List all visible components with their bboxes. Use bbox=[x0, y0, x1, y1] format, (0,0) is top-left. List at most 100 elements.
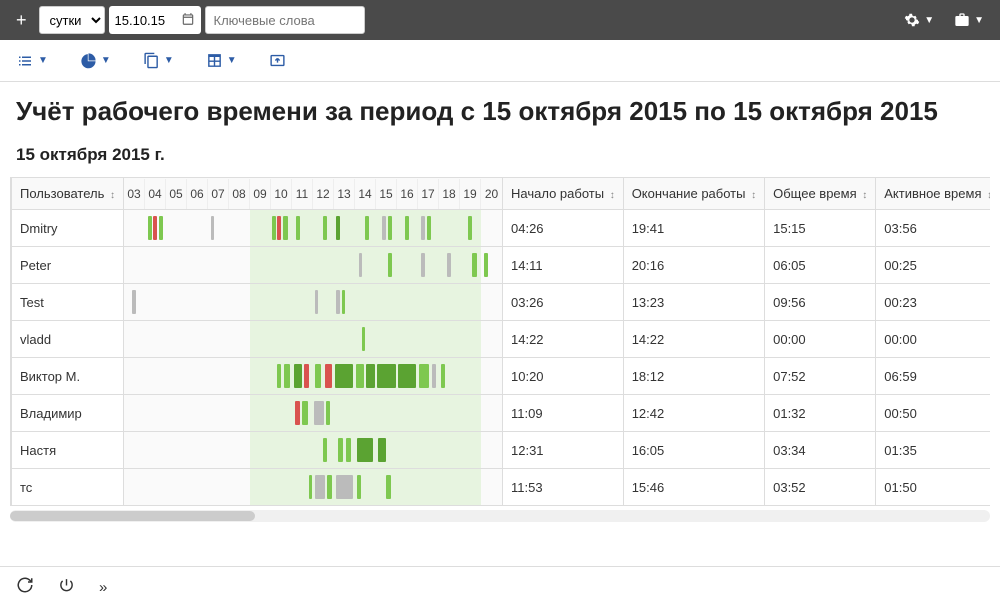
activity-bar bbox=[378, 438, 386, 462]
settings-icon[interactable]: ▼ bbox=[896, 12, 942, 28]
cell-user: Виктор М. bbox=[12, 358, 124, 395]
activity-bar bbox=[419, 364, 429, 388]
cell-start: 14:11 bbox=[503, 247, 624, 284]
refresh-icon[interactable] bbox=[16, 576, 34, 599]
activity-bar bbox=[309, 475, 312, 499]
activity-bar bbox=[427, 216, 431, 240]
cell-end: 16:05 bbox=[623, 432, 764, 469]
cell-timeline bbox=[124, 321, 503, 358]
cell-start: 10:20 bbox=[503, 358, 624, 395]
table-row: Виктор М.10:2018:1207:5206:590 bbox=[12, 358, 991, 395]
activity-bar bbox=[336, 475, 353, 499]
cell-timeline bbox=[124, 469, 503, 506]
report-table: Пользователь ↕ 0304050607080910111213141… bbox=[11, 177, 990, 506]
date-subtitle: 15 октября 2015 г. bbox=[0, 137, 1000, 177]
cell-start: 11:09 bbox=[503, 395, 624, 432]
cell-total: 03:34 bbox=[765, 432, 876, 469]
activity-bar bbox=[386, 475, 391, 499]
activity-bar bbox=[211, 216, 214, 240]
cell-user: Peter bbox=[12, 247, 124, 284]
date-picker[interactable] bbox=[109, 6, 201, 34]
col-start[interactable]: Начало работы ↕ bbox=[503, 178, 624, 210]
activity-bar bbox=[377, 364, 396, 388]
col-user[interactable]: Пользователь ↕ bbox=[12, 178, 124, 210]
activity-bar bbox=[421, 216, 425, 240]
cell-total: 09:56 bbox=[765, 284, 876, 321]
activity-bar bbox=[327, 475, 332, 499]
col-end[interactable]: Окончание работы ↕ bbox=[623, 178, 764, 210]
activity-bar bbox=[294, 364, 302, 388]
cell-active: 00:25 bbox=[876, 247, 990, 284]
activity-bar bbox=[346, 438, 351, 462]
table-row: Peter14:1120:1606:0500:250 bbox=[12, 247, 991, 284]
table-row: Владимир11:0912:4201:3200:500 bbox=[12, 395, 991, 432]
cell-start: 14:22 bbox=[503, 321, 624, 358]
cell-active: 00:50 bbox=[876, 395, 990, 432]
table-icon[interactable]: ▼ bbox=[206, 52, 237, 69]
expand-icon[interactable]: » bbox=[99, 579, 107, 596]
activity-bar bbox=[277, 364, 281, 388]
cell-end: 14:22 bbox=[623, 321, 764, 358]
activity-bar bbox=[296, 216, 300, 240]
cell-timeline bbox=[124, 432, 503, 469]
activity-bar bbox=[315, 364, 321, 388]
activity-bar bbox=[338, 438, 343, 462]
export-icon[interactable] bbox=[269, 52, 286, 69]
pie-chart-icon[interactable]: ▼ bbox=[80, 52, 111, 69]
table-row: тс11:5315:4603:5201:500 bbox=[12, 469, 991, 506]
cell-active: 06:59 bbox=[876, 358, 990, 395]
activity-bar bbox=[382, 216, 386, 240]
cell-user: Владимир bbox=[12, 395, 124, 432]
power-icon[interactable] bbox=[58, 577, 75, 599]
table-row: Настя12:3116:0503:3401:350 bbox=[12, 432, 991, 469]
calendar-icon[interactable] bbox=[181, 12, 195, 29]
col-total[interactable]: Общее время ↕ bbox=[765, 178, 876, 210]
top-bar: + сутки ▼ ▼ bbox=[0, 0, 1000, 40]
cell-timeline bbox=[124, 358, 503, 395]
cell-start: 11:53 bbox=[503, 469, 624, 506]
activity-bar bbox=[357, 438, 373, 462]
activity-bar bbox=[405, 216, 409, 240]
activity-bar bbox=[342, 290, 345, 314]
activity-bar bbox=[484, 253, 488, 277]
date-input[interactable] bbox=[115, 13, 175, 28]
activity-bar bbox=[295, 401, 300, 425]
cell-total: 00:00 bbox=[765, 321, 876, 358]
activity-bar bbox=[302, 401, 308, 425]
activity-bar bbox=[441, 364, 445, 388]
period-select[interactable]: сутки bbox=[39, 6, 105, 34]
search-input[interactable] bbox=[205, 6, 365, 34]
cell-user: Test bbox=[12, 284, 124, 321]
activity-bar bbox=[359, 253, 362, 277]
horizontal-scrollbar[interactable] bbox=[10, 510, 990, 522]
list-menu-icon[interactable]: ▼ bbox=[16, 52, 48, 70]
cell-total: 07:52 bbox=[765, 358, 876, 395]
activity-bar bbox=[432, 364, 436, 388]
cell-active: 03:56 bbox=[876, 210, 990, 247]
col-active[interactable]: Активное время ↕ bbox=[876, 178, 990, 210]
cell-user: Настя bbox=[12, 432, 124, 469]
report-table-wrap: Пользователь ↕ 0304050607080910111213141… bbox=[10, 177, 990, 506]
activity-bar bbox=[283, 216, 288, 240]
toolbar: ▼ ▼ ▼ ▼ bbox=[0, 40, 1000, 82]
briefcase-icon[interactable]: ▼ bbox=[946, 12, 992, 28]
copy-icon[interactable]: ▼ bbox=[143, 52, 174, 69]
activity-bar bbox=[272, 216, 276, 240]
add-icon[interactable]: + bbox=[8, 10, 35, 31]
cell-end: 12:42 bbox=[623, 395, 764, 432]
cell-total: 15:15 bbox=[765, 210, 876, 247]
activity-bar bbox=[277, 216, 281, 240]
cell-start: 12:31 bbox=[503, 432, 624, 469]
cell-total: 01:32 bbox=[765, 395, 876, 432]
cell-start: 04:26 bbox=[503, 210, 624, 247]
activity-bar bbox=[314, 401, 324, 425]
cell-start: 03:26 bbox=[503, 284, 624, 321]
activity-bar bbox=[326, 401, 330, 425]
page-title: Учёт рабочего времени за период с 15 окт… bbox=[0, 82, 1000, 137]
cell-active: 00:00 bbox=[876, 321, 990, 358]
col-timeline: 030405060708091011121314151617181920 bbox=[124, 178, 503, 210]
activity-bar bbox=[362, 327, 365, 351]
cell-active: 00:23 bbox=[876, 284, 990, 321]
activity-bar bbox=[323, 216, 327, 240]
activity-bar bbox=[335, 364, 353, 388]
